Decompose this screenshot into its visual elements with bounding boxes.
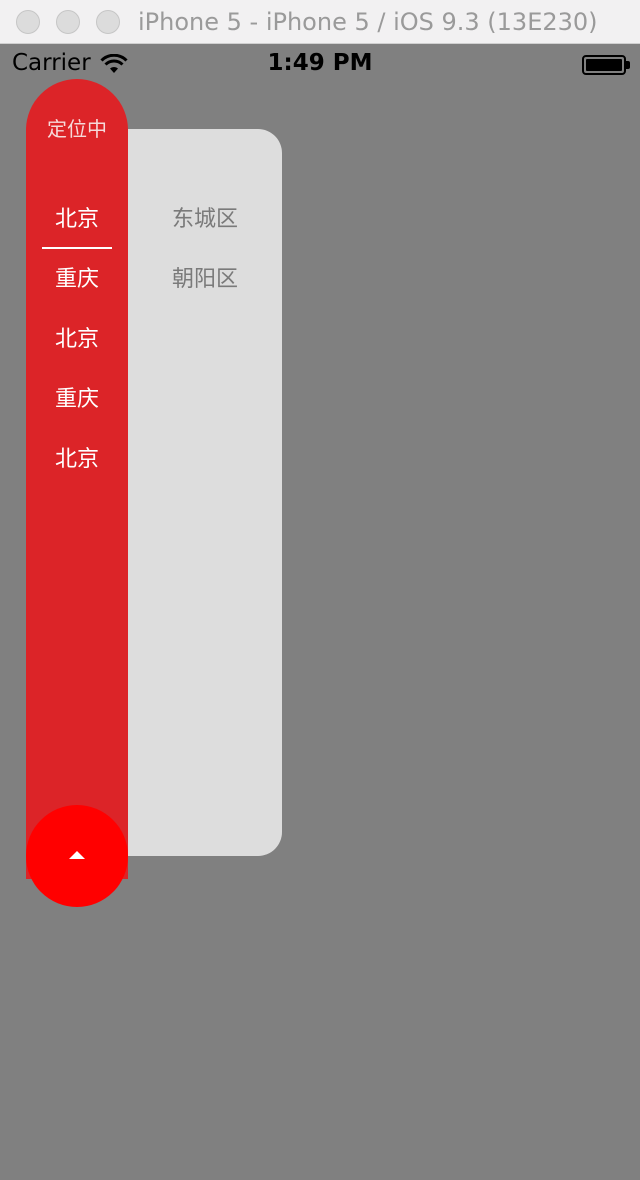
zoom-window-button[interactable] — [96, 10, 120, 34]
triangle-up-icon — [69, 851, 85, 859]
status-bar: Carrier 1:49 PM — [0, 44, 640, 84]
simulator-title-bar: iPhone 5 - iPhone 5 / iOS 9.3 (13E230) — [0, 0, 640, 44]
selected-city-underline — [42, 247, 112, 249]
battery-icon — [582, 55, 626, 75]
district-item[interactable]: 朝阳区 — [150, 260, 260, 300]
battery-level — [586, 59, 622, 71]
window-title: iPhone 5 - iPhone 5 / iOS 9.3 (13E230) — [138, 8, 598, 36]
locating-label[interactable]: 定位中 — [26, 113, 128, 142]
collapse-button[interactable] — [26, 805, 128, 907]
city-item-selected[interactable]: 北京 — [26, 200, 128, 240]
status-time: 1:49 PM — [267, 50, 373, 76]
close-window-button[interactable] — [16, 10, 40, 34]
city-item[interactable]: 北京 — [26, 320, 128, 360]
city-column: 定位中 北京 重庆 北京 重庆 北京 — [26, 79, 128, 879]
city-item[interactable]: 重庆 — [26, 380, 128, 420]
battery-nub — [626, 61, 630, 69]
minimize-window-button[interactable] — [56, 10, 80, 34]
district-item[interactable]: 东城区 — [150, 200, 260, 240]
city-item[interactable]: 北京 — [26, 440, 128, 480]
city-item[interactable]: 重庆 — [26, 260, 128, 300]
